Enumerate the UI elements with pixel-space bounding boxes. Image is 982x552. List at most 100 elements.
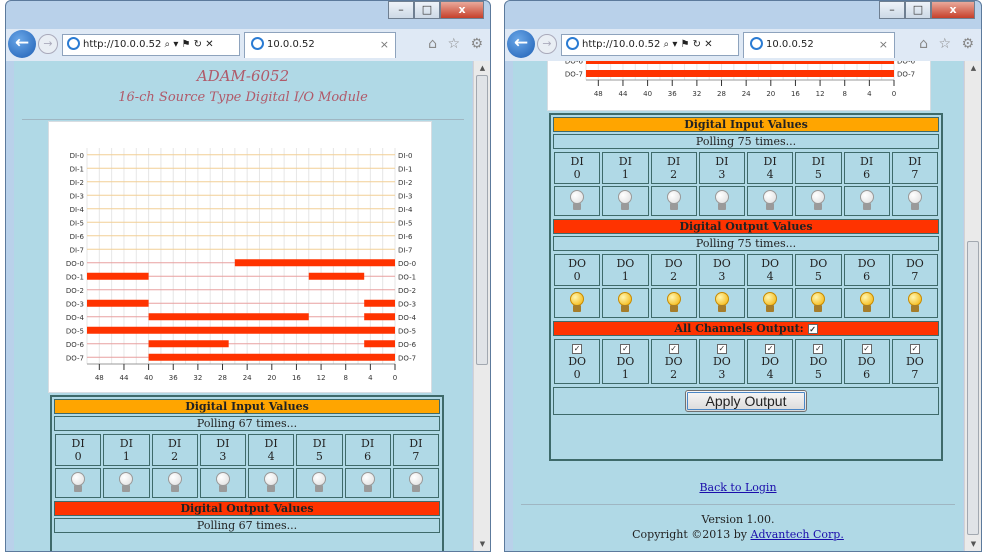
maximize-button[interactable]: □ xyxy=(414,1,440,19)
back-arrow-icon[interactable]: ← xyxy=(8,30,36,58)
light-bulb-icon xyxy=(617,292,633,314)
forward-arrow-icon[interactable]: → xyxy=(537,34,557,54)
do-checkbox[interactable]: ✓ xyxy=(668,344,679,354)
address-controls[interactable]: ⌕ ▾ ⚑ ↻ ✕ xyxy=(165,39,214,50)
do-type: DO xyxy=(809,355,828,368)
ie-logo-icon xyxy=(566,37,579,50)
maximize-button[interactable]: □ xyxy=(905,1,931,19)
browser-tab[interactable]: 10.0.0.52 × xyxy=(743,32,895,58)
left-scrollbar[interactable]: ▲ ▼ xyxy=(473,61,490,551)
do-checkbox[interactable]: ✓ xyxy=(861,344,872,354)
signal-label-left: DI-7 xyxy=(70,246,84,254)
do-type: DO xyxy=(568,257,587,270)
do-bulb-cell-6 xyxy=(843,288,890,318)
scroll-up-arrow[interactable]: ▲ xyxy=(474,61,490,75)
di-bulb-cell-1 xyxy=(103,468,150,498)
scroll-up-arrow[interactable]: ▲ xyxy=(965,61,981,75)
scroll-thumb[interactable] xyxy=(476,75,488,365)
scroll-down-arrow[interactable]: ▼ xyxy=(474,537,490,551)
close-button[interactable]: x xyxy=(440,1,484,19)
scroll-down-arrow[interactable]: ▼ xyxy=(965,537,981,551)
address-bar[interactable]: http://10.0.0.52 ⌕ ▾ ⚑ ↻ ✕ xyxy=(561,34,739,56)
di-bulb-row xyxy=(553,185,939,217)
do-number: 3 xyxy=(718,368,726,381)
signal-label-right: DO-6 xyxy=(398,341,417,349)
back-arrow-icon[interactable]: ← xyxy=(507,30,535,58)
light-bulb-icon xyxy=(617,190,633,212)
forward-arrow-icon[interactable]: → xyxy=(38,34,58,54)
copyright-text: Copyright ©2013 by Advantech Corp. xyxy=(513,528,963,541)
advantech-link[interactable]: Advantech Corp. xyxy=(751,528,844,541)
right-scrollbar[interactable]: ▲ ▼ xyxy=(964,61,981,551)
light-bulb-icon xyxy=(118,472,134,494)
di-label-7: DI 7 xyxy=(891,152,938,184)
signal-high-bar xyxy=(87,299,149,307)
do-checkbox[interactable]: ✓ xyxy=(813,344,824,354)
tab-close-icon[interactable]: × xyxy=(879,33,888,57)
signal-label-left: DO-1 xyxy=(66,273,84,281)
do-checkbox[interactable]: ✓ xyxy=(572,344,583,354)
di-number: 6 xyxy=(364,450,372,463)
left-window-controls: – □ x xyxy=(388,1,484,19)
di-bulb-cell-6 xyxy=(843,186,890,216)
apply-output-button[interactable]: Apply Output xyxy=(684,390,808,412)
toolbar-icons[interactable]: ⌂ ☆ ⚙ xyxy=(428,36,486,52)
signal-label-left: DI-2 xyxy=(70,179,84,187)
address-controls[interactable]: ⌕ ▾ ⚑ ↻ ✕ xyxy=(664,39,713,50)
do-checkbox[interactable]: ✓ xyxy=(765,344,776,354)
signal-label-right: DI-0 xyxy=(398,152,412,160)
signal-label-left: DO-3 xyxy=(66,300,84,308)
di-polling-status: Polling 67 times... xyxy=(54,416,440,431)
left-title-bar: – □ x xyxy=(6,1,490,29)
do-label-5: DO 5 xyxy=(795,254,842,286)
light-bulb-icon xyxy=(810,190,826,212)
tab-close-icon[interactable]: × xyxy=(380,33,389,57)
signal-label-left: DO-6 xyxy=(66,341,85,349)
do-label-row: DO 0 DO 1 DO 2 DO 3 DO 4 DO 5 DO 6 DO 7 xyxy=(553,253,939,287)
do-type: DO xyxy=(761,257,780,270)
di-bulb-cell-7 xyxy=(891,186,938,216)
di-label-0: DI 0 xyxy=(554,152,601,184)
minimize-button[interactable]: – xyxy=(388,1,414,19)
do-type: DO xyxy=(664,257,683,270)
di-table: Digital Input Values Polling 67 times...… xyxy=(50,395,444,551)
scroll-thumb[interactable] xyxy=(967,241,979,535)
x-tick-label: 20 xyxy=(267,374,276,382)
x-tick-label: 4 xyxy=(368,374,373,382)
di-label-3: DI 3 xyxy=(199,434,246,466)
do-label-6: DO 6 xyxy=(843,254,890,286)
di-type: DI xyxy=(908,155,922,168)
apply-row: Apply Output xyxy=(553,387,939,415)
do-number: 4 xyxy=(766,368,774,381)
light-bulb-icon xyxy=(311,472,327,494)
do-checkbox[interactable]: ✓ xyxy=(620,344,631,354)
di-label-4: DI 4 xyxy=(248,434,295,466)
do-checkbox[interactable]: ✓ xyxy=(716,344,727,354)
signal-high-bar xyxy=(364,313,395,321)
all-channels-checkbox[interactable]: ✓ xyxy=(807,324,818,334)
minimize-button[interactable]: – xyxy=(879,1,905,19)
di-number: 2 xyxy=(670,168,678,181)
di-bulb-cell-3 xyxy=(698,186,745,216)
signal-chart-svg: DI-0 DI-0 DI-1 DI-1 DI-2 DI-2 DI-3 DI-3 DI-4 DI-4… xyxy=(66,148,417,382)
signal-high-bar xyxy=(364,299,395,307)
x-tick-label: 44 xyxy=(119,374,128,382)
all-channels-label: All Channels Output: xyxy=(674,322,804,335)
x-tick-label: 0 xyxy=(892,90,896,98)
do-label-1: DO 1 xyxy=(602,254,649,286)
di-label-row: DI 0 DI 1 DI 2 DI 3 DI 4 DI 5 DI 6 DI 7 xyxy=(553,151,939,185)
address-bar[interactable]: http://10.0.0.52 ⌕ ▾ ⚑ ↻ ✕ xyxy=(62,34,240,56)
do-type: DO xyxy=(809,257,828,270)
back-to-login-link[interactable]: Back to Login xyxy=(699,481,776,494)
right-title-bar: – □ x xyxy=(505,1,981,29)
close-button[interactable]: x xyxy=(931,1,975,19)
di-number: 1 xyxy=(621,168,629,181)
do-checkbox[interactable]: ✓ xyxy=(909,344,920,354)
di-type: DI xyxy=(409,437,423,450)
signal-label-left: DO-0 xyxy=(66,260,84,268)
do-checkbox-cell-1: ✓ DO 1 xyxy=(602,339,649,384)
di-label-6: DI 6 xyxy=(843,152,890,184)
browser-tab[interactable]: 10.0.0.52 × xyxy=(244,32,396,58)
toolbar-icons[interactable]: ⌂ ☆ ⚙ xyxy=(919,36,977,52)
do-number: 7 xyxy=(911,270,919,283)
